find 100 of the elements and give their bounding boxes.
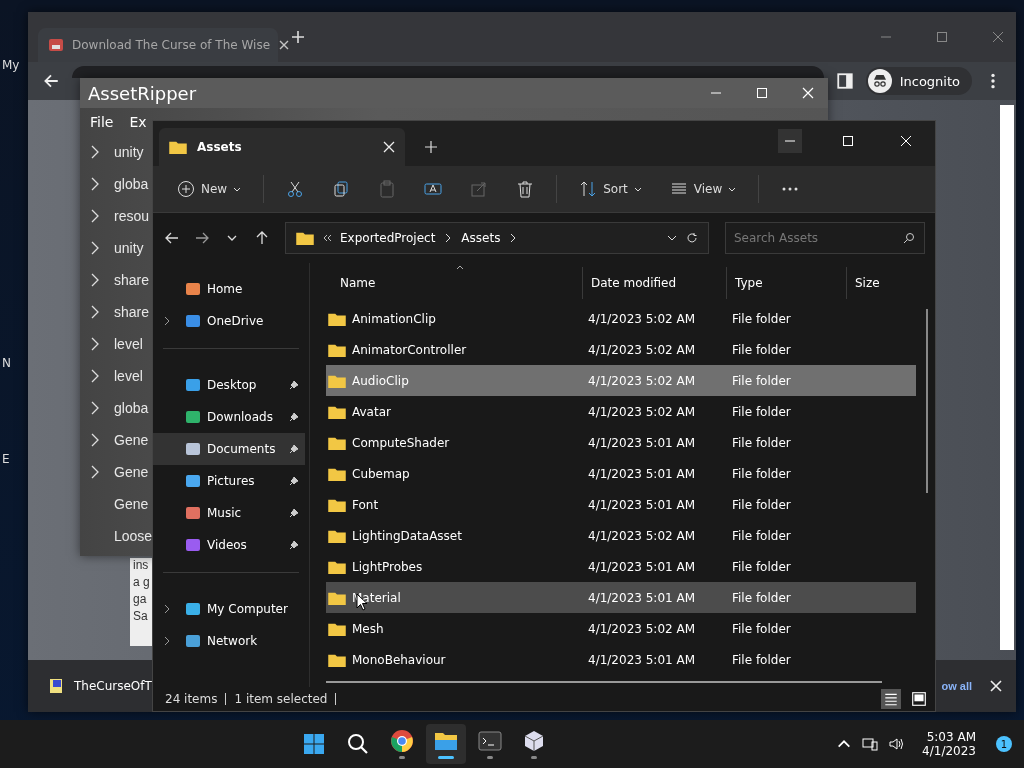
address-bar[interactable]: ExportedProject Assets: [285, 222, 709, 254]
column-header[interactable]: Size: [846, 267, 906, 299]
breadcrumb-item[interactable]: ExportedProject: [340, 231, 436, 245]
nav-item[interactable]: OneDrive: [153, 305, 305, 337]
folder-icon: [328, 621, 346, 636]
column-header[interactable]: Type: [726, 267, 846, 299]
tree-item[interactable]: Loose: [114, 528, 153, 544]
explorer-tab[interactable]: Assets: [159, 128, 405, 166]
download-file-name[interactable]: TheCurseOfT: [74, 679, 152, 693]
tree-item[interactable]: resou: [114, 208, 150, 224]
tree-item[interactable]: Gene: [114, 496, 149, 512]
chevron-right-icon[interactable]: [163, 636, 171, 646]
search-field[interactable]: Search Assets: [725, 222, 925, 254]
copy-icon: [332, 180, 351, 198]
desktop-icon-label[interactable]: E: [0, 452, 22, 466]
tree-item[interactable]: level: [114, 368, 143, 384]
file-row[interactable]: AnimatorController 4/1/2023 5:02 AM File folder: [326, 334, 916, 365]
pin-icon: [289, 508, 299, 518]
file-row[interactable]: LightProbes 4/1/2023 5:01 AM File folder: [326, 551, 916, 582]
folder-icon: [296, 231, 314, 245]
nav-item[interactable]: Downloads: [153, 401, 305, 433]
menu-item[interactable]: File: [90, 114, 114, 130]
sort-button[interactable]: Sort: [567, 174, 654, 204]
pin-icon: [289, 476, 299, 486]
folder-icon: [328, 528, 346, 543]
folder-icon: [328, 404, 346, 419]
up-arrow-icon[interactable]: [255, 231, 269, 245]
nav-item[interactable]: Documents: [153, 433, 305, 465]
file-row[interactable]: LightingDataAsset 4/1/2023 5:02 AM File folder: [326, 520, 916, 551]
search-icon: [903, 232, 915, 244]
running-indicator: [399, 756, 406, 759]
column-header[interactable]: Name: [326, 267, 582, 299]
file-row[interactable]: Font 4/1/2023 5:01 AM File folder: [326, 489, 916, 520]
explorer-taskbar-button[interactable]: [426, 724, 467, 764]
windows-logo-icon: [302, 732, 327, 756]
trash-icon: [516, 180, 535, 198]
folder-icon: [328, 342, 346, 357]
scrollbar[interactable]: [326, 681, 882, 683]
page-text: ga: [133, 592, 147, 607]
running-indicator: [531, 756, 538, 759]
more-icon: [781, 187, 800, 191]
scrollbar[interactable]: [1000, 105, 1014, 650]
nav-item[interactable]: My Computer: [153, 593, 305, 625]
new-tab-icon[interactable]: [292, 31, 304, 43]
new-button[interactable]: New: [165, 174, 254, 204]
tree-item[interactable]: level: [114, 336, 143, 352]
column-header[interactable]: Date modified: [582, 267, 726, 299]
breadcrumb-item[interactable]: Assets: [461, 231, 501, 245]
pin-icon: [289, 444, 299, 454]
scrollbar[interactable]: [926, 309, 928, 493]
incognito-icon: [867, 69, 892, 93]
tree-item[interactable]: share: [114, 304, 150, 320]
new-tab-icon[interactable]: [425, 141, 437, 153]
refresh-icon[interactable]: [686, 232, 698, 244]
desktop-icon-label[interactable]: N: [0, 356, 22, 370]
double-chevron-icon[interactable]: [322, 233, 332, 243]
back-arrow-icon[interactable]: [165, 231, 179, 245]
running-indicator: [487, 756, 494, 759]
close-icon[interactable]: [278, 39, 291, 51]
tiles-view-icon[interactable]: [909, 689, 929, 709]
folder-icon: [328, 652, 346, 667]
tree-item[interactable]: globa: [114, 400, 149, 416]
tree-item[interactable]: unity: [114, 144, 144, 160]
file-row[interactable]: Mesh 4/1/2023 5:02 AM File folder: [326, 613, 916, 644]
file-row[interactable]: Cubemap 4/1/2023 5:01 AM File folder: [326, 458, 916, 489]
show-all-link[interactable]: ow all: [941, 680, 972, 692]
folder-icon: [328, 373, 346, 388]
tree-item[interactable]: Gene: [114, 432, 149, 448]
side-panel-icon[interactable]: [835, 72, 854, 90]
nav-item[interactable]: Music: [153, 497, 305, 529]
file-row[interactable]: AudioClip 4/1/2023 5:02 AM File folder: [326, 365, 916, 396]
clipboard-icon: [378, 180, 397, 198]
nav-item[interactable]: Network: [153, 625, 305, 657]
menu-item[interactable]: Ex: [129, 114, 147, 130]
clock[interactable]: 5:03 AM 4/1/2023: [922, 730, 976, 758]
chevron-right-icon[interactable]: [163, 604, 171, 614]
back-arrow-icon[interactable]: [42, 72, 60, 90]
chevron-right-icon[interactable]: [163, 316, 171, 326]
nav-item[interactable]: Pictures: [153, 465, 305, 497]
nav-item[interactable]: Home: [153, 273, 305, 305]
file-row[interactable]: ComputeShader 4/1/2023 5:01 AM File folder: [326, 427, 916, 458]
tree-item[interactable]: globa: [114, 176, 149, 192]
view-button[interactable]: View: [657, 174, 749, 204]
file-row[interactable]: AnimationClip 4/1/2023 5:02 AM File folder: [326, 303, 916, 334]
tree-item[interactable]: share: [114, 272, 150, 288]
file-row[interactable]: Avatar 4/1/2023 5:02 AM File folder: [326, 396, 916, 427]
minimize-icon[interactable]: [778, 129, 802, 153]
notification-badge[interactable]: 1: [996, 736, 1012, 752]
file-row[interactable]: MonoBehaviour 4/1/2023 5:01 AM File folder: [326, 644, 916, 675]
details-view-icon[interactable]: [881, 689, 901, 709]
desktop-icon-label[interactable]: My: [0, 58, 22, 72]
nav-item[interactable]: Desktop: [153, 369, 305, 401]
incognito-badge[interactable]: Incognito: [865, 67, 972, 95]
tree-item[interactable]: unity: [114, 240, 144, 256]
window-title: AssetRipper: [88, 82, 197, 104]
speaker-icon[interactable]: [888, 736, 905, 752]
tree-item[interactable]: Gene: [114, 464, 149, 480]
caret-icon: [728, 186, 737, 192]
forward-arrow-icon[interactable]: [195, 231, 209, 245]
nav-item[interactable]: Videos: [153, 529, 305, 561]
